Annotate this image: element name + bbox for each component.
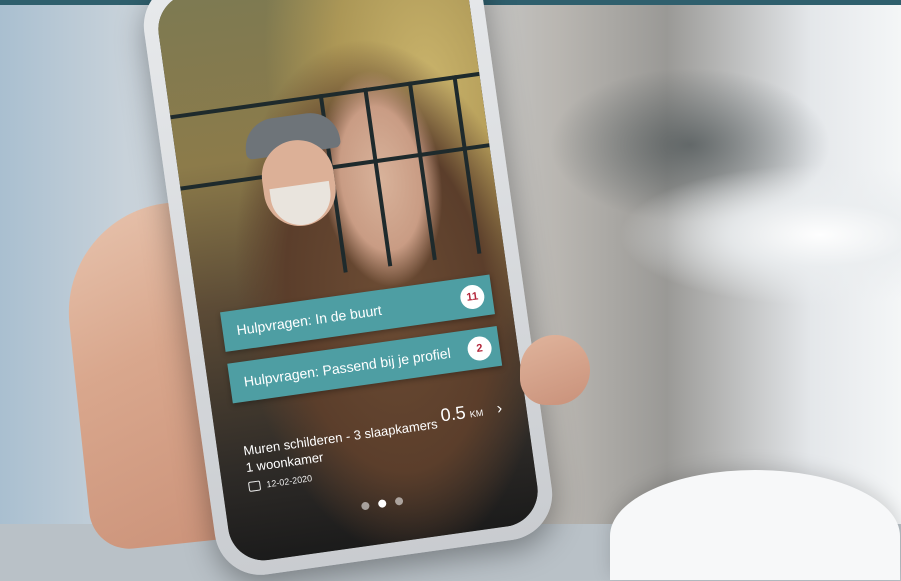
thumb [520, 335, 590, 405]
count-badge: 11 [458, 283, 486, 311]
count-badge: 2 [466, 334, 494, 363]
calendar-icon [247, 480, 262, 492]
distance-value: 0.5 [439, 402, 467, 426]
carousel-dot-3[interactable] [394, 496, 404, 506]
carousel-dot-1[interactable] [360, 501, 370, 511]
phone-screen: Hulpvragen: In de buurt 11 Hulpvragen: P… [153, 0, 543, 565]
carousel-dot-2[interactable] [377, 499, 387, 509]
card-label: Hulpvragen: In de buurt [235, 301, 383, 339]
distance-unit: KM [469, 407, 484, 420]
